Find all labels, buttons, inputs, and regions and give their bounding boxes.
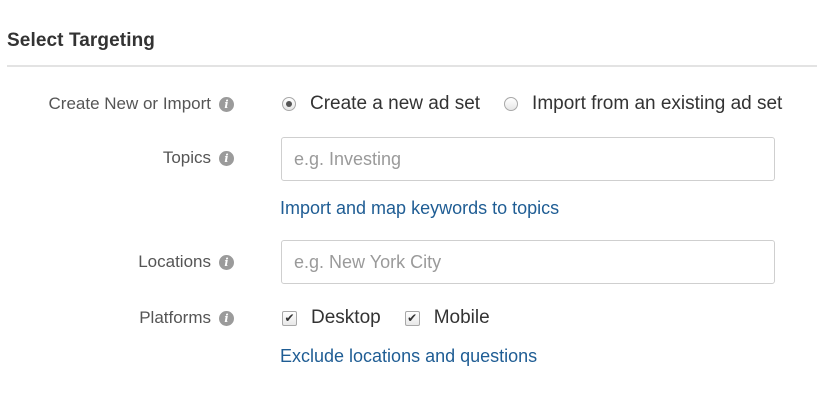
radio-button-import-existing[interactable]	[504, 97, 519, 111]
section-title: Select Targeting	[7, 30, 156, 51]
checkbox-desktop[interactable]: ✔	[282, 310, 297, 326]
topics-input[interactable]	[281, 137, 775, 181]
info-icon[interactable]: i	[219, 150, 234, 166]
radio-create-new-ad-set[interactable]: Create a new ad set	[282, 93, 480, 115]
checkmark-icon: ✔	[407, 311, 418, 325]
create-or-import-radio-group: Create a new ad set Import from an exist…	[282, 93, 806, 115]
info-icon[interactable]: i	[219, 310, 234, 326]
radio-import-existing-ad-set[interactable]: Import from an existing ad set	[504, 93, 782, 115]
create-or-import-label: Create New or Import	[48, 94, 212, 113]
topics-label-row: Topics i	[163, 148, 234, 168]
topics-label: Topics	[162, 148, 211, 167]
checkbox-mobile[interactable]: ✔	[404, 310, 420, 326]
checkbox-label-desktop[interactable]: Desktop	[311, 307, 381, 329]
checkbox-mobile-item[interactable]: ✔ Mobile	[404, 307, 490, 329]
locations-label-row: Locations i	[138, 252, 234, 272]
radio-label-create-new[interactable]: Create a new ad set	[310, 93, 480, 115]
platforms-checkbox-group: ✔ Desktop ✔ Mobile	[282, 307, 514, 329]
checkbox-desktop-item[interactable]: ✔ Desktop	[282, 307, 381, 329]
exclude-locations-questions-link[interactable]: Exclude locations and questions	[280, 346, 537, 367]
radio-label-import-existing[interactable]: Import from an existing ad set	[532, 93, 782, 115]
checkbox-label-mobile[interactable]: Mobile	[434, 307, 490, 329]
checkmark-icon: ✔	[284, 311, 295, 325]
create-or-import-label-row: Create New or Import i	[48, 94, 234, 114]
info-icon[interactable]: i	[219, 254, 234, 270]
platforms-label-row: Platforms i	[139, 308, 234, 328]
locations-input[interactable]	[281, 240, 775, 284]
section-divider	[7, 65, 817, 67]
radio-button-create-new[interactable]	[282, 97, 296, 111]
platforms-label: Platforms	[139, 308, 211, 327]
import-map-keywords-link[interactable]: Import and map keywords to topics	[280, 198, 559, 219]
info-icon[interactable]: i	[219, 96, 234, 112]
locations-label: Locations	[138, 252, 211, 271]
